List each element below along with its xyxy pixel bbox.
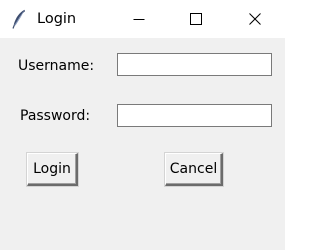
cancel-button[interactable]: Cancel <box>165 153 223 186</box>
login-button[interactable]: Login <box>27 153 78 186</box>
close-button[interactable] <box>232 0 278 38</box>
minimize-icon <box>133 10 145 29</box>
window-title: Login <box>37 11 77 27</box>
password-label: Password: <box>20 108 91 124</box>
feather-icon <box>12 9 26 29</box>
password-field[interactable] <box>117 104 272 127</box>
minimize-button[interactable] <box>116 0 162 38</box>
login-window: Login Username: Password: Login Cancel <box>0 0 285 250</box>
close-icon <box>249 10 261 29</box>
maximize-button[interactable] <box>173 0 219 38</box>
title-bar[interactable]: Login <box>0 0 285 38</box>
username-label: Username: <box>18 58 95 74</box>
username-field[interactable] <box>117 53 272 76</box>
maximize-icon <box>190 10 202 29</box>
